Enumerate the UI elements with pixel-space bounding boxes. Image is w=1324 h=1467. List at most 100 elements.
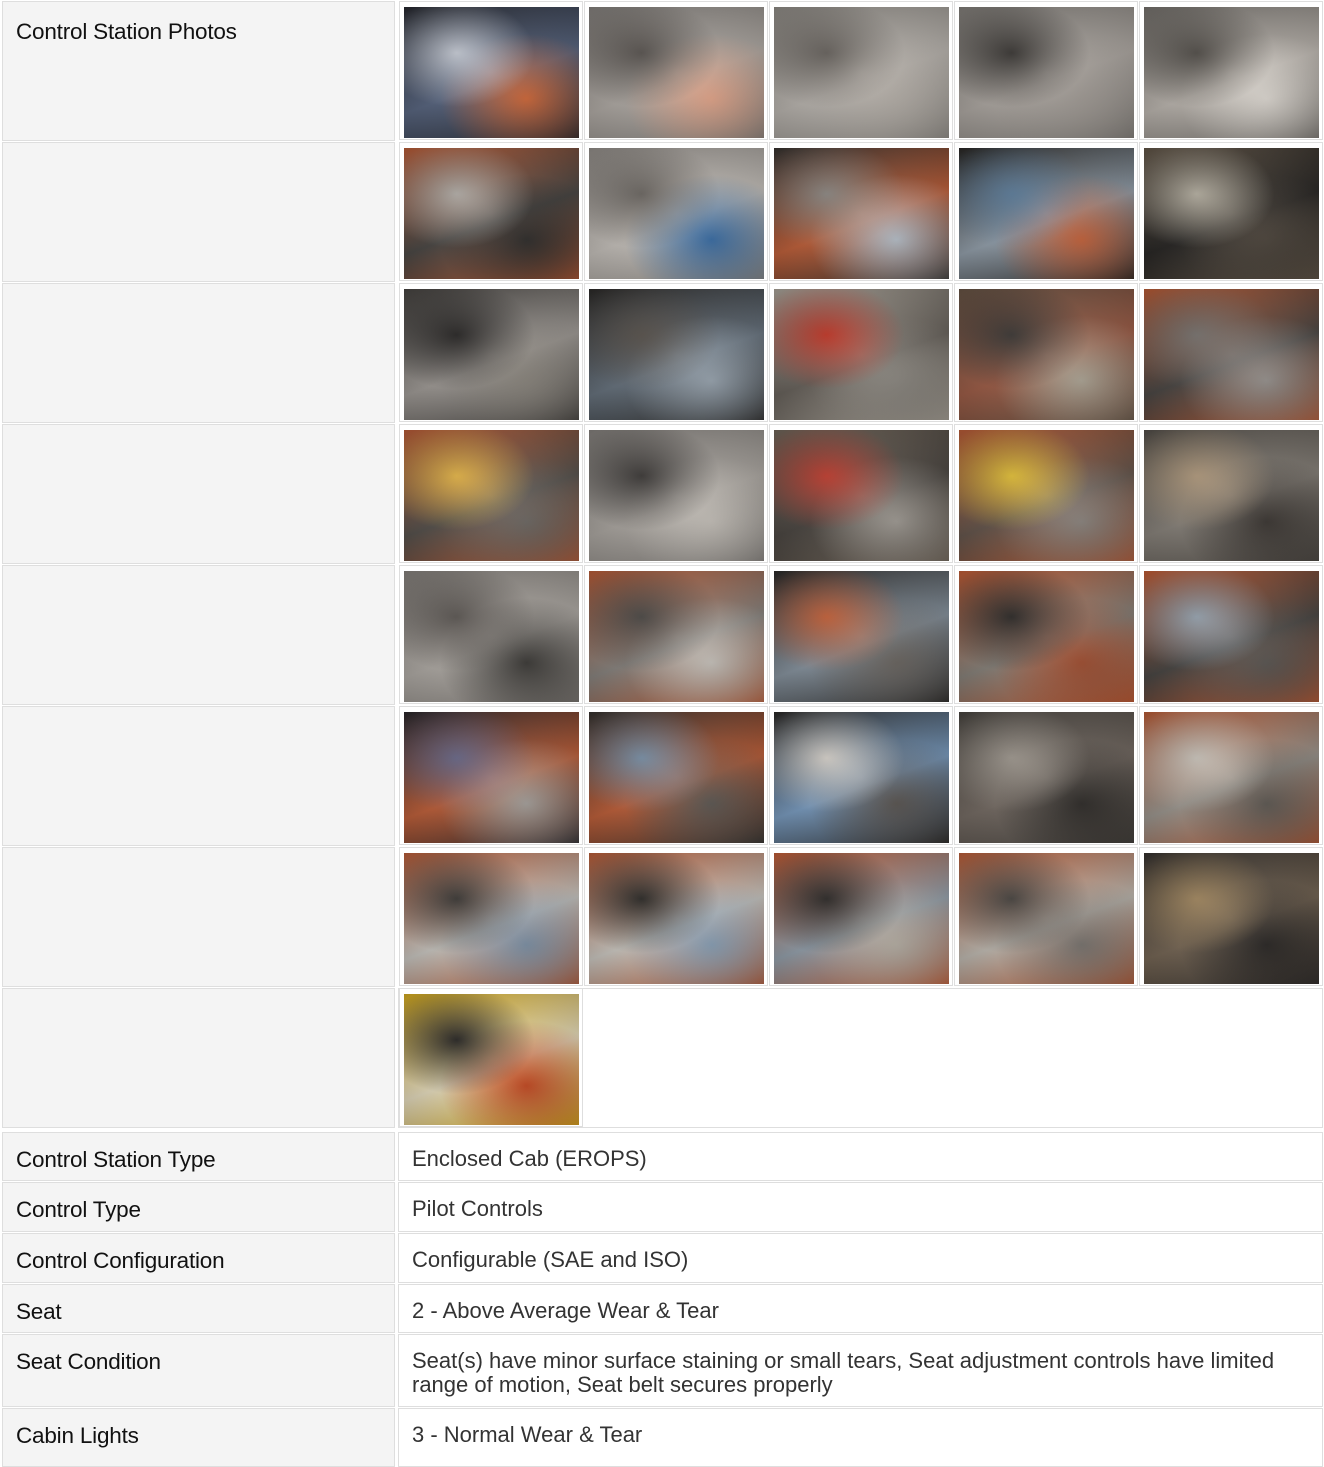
photo-row xyxy=(0,423,1324,564)
air-vent-photo[interactable] xyxy=(774,571,949,702)
engine-compartment-photo[interactable] xyxy=(1144,853,1319,984)
photo-cell xyxy=(769,847,953,986)
photo-row xyxy=(0,564,1324,705)
row-label-cell xyxy=(2,847,395,987)
seat-side-photo[interactable] xyxy=(959,853,1134,984)
interior-knob-photo[interactable] xyxy=(404,571,579,702)
photo-row xyxy=(0,705,1324,846)
detail-label-cell: Control Station Type xyxy=(2,1132,395,1181)
cab-door-photo[interactable] xyxy=(959,148,1134,279)
photo-cell xyxy=(954,847,1138,986)
cupholder-photo[interactable] xyxy=(1144,7,1319,138)
dash-switches-photo[interactable] xyxy=(589,430,764,561)
detail-label: Seat xyxy=(16,1299,62,1324)
detail-value: 3 - Normal Wear & Tear xyxy=(412,1422,643,1447)
vent-exterior-photo[interactable] xyxy=(1144,571,1319,702)
photo-cell xyxy=(769,424,953,563)
detail-label: Cabin Lights xyxy=(16,1423,139,1448)
photo-cell xyxy=(1139,142,1323,281)
seat-armrest-photo[interactable] xyxy=(1144,148,1319,279)
photo-cell xyxy=(399,565,583,704)
seat-base-photo[interactable] xyxy=(1144,712,1319,843)
cab-window-view-photo[interactable] xyxy=(589,712,764,843)
detail-row: Control Station Type Enclosed Cab (EROPS) xyxy=(0,1131,1324,1181)
row-label-cell xyxy=(2,283,395,423)
detail-value-cell: Seat(s) have minor surface staining or s… xyxy=(398,1334,1323,1407)
photo-cell xyxy=(399,988,583,1127)
photo-cell xyxy=(399,424,583,563)
joystick-pedal-photo[interactable] xyxy=(774,289,949,420)
photo-cell xyxy=(769,283,953,422)
row-label-cell xyxy=(2,142,395,282)
photo-cell xyxy=(399,1,583,140)
panel-switches-photo[interactable] xyxy=(774,7,949,138)
cab-rear-window-photo[interactable] xyxy=(404,148,579,279)
photo-cell xyxy=(1139,283,1323,422)
photo-cell xyxy=(1139,847,1323,986)
caution-label-photo[interactable] xyxy=(404,994,579,1125)
detail-value-cell: Enclosed Cab (EROPS) xyxy=(398,1132,1323,1181)
photo-row xyxy=(0,846,1324,987)
cab-skylight-photo[interactable] xyxy=(774,712,949,843)
row-label-cell xyxy=(2,424,395,564)
lever-console-photo[interactable] xyxy=(959,430,1134,561)
detail-value-cell: 3 - Normal Wear & Tear xyxy=(398,1408,1323,1467)
cab-ceiling-photo[interactable] xyxy=(589,148,764,279)
photo-cell xyxy=(954,1,1138,140)
detail-label: Control Type xyxy=(16,1197,141,1222)
control-console-photo[interactable] xyxy=(774,430,949,561)
photo-cell xyxy=(954,424,1138,563)
photo-cell xyxy=(1139,424,1323,563)
operator-seat-photo[interactable] xyxy=(404,853,579,984)
detail-label-cell: Seat Condition xyxy=(2,1334,395,1407)
photo-cell xyxy=(584,424,768,563)
joystick-right-photo[interactable] xyxy=(1144,289,1319,420)
detail-value: Enclosed Cab (EROPS) xyxy=(412,1146,647,1171)
photo-row xyxy=(0,141,1324,282)
detail-label-cell: Control Type xyxy=(2,1182,395,1232)
cab-outside-photo[interactable] xyxy=(774,853,949,984)
photo-cell xyxy=(399,847,583,986)
cupholder-floor-photo[interactable] xyxy=(1144,430,1319,561)
photo-cell xyxy=(769,1,953,140)
photo-cell xyxy=(769,565,953,704)
detail-value-cell: Configurable (SAE and ISO) xyxy=(398,1233,1323,1283)
boom-exterior-photo[interactable] xyxy=(959,571,1134,702)
gauge-monitor-photo[interactable] xyxy=(404,712,579,843)
detail-label: Control Station Type xyxy=(16,1147,216,1172)
photo-cell xyxy=(584,1,768,140)
photo-row xyxy=(0,282,1324,423)
floor-pedals-photo[interactable] xyxy=(959,712,1134,843)
panel-vent-photo[interactable] xyxy=(959,7,1134,138)
photo-cell xyxy=(399,142,583,281)
photo-cell xyxy=(954,565,1138,704)
photo-cell xyxy=(769,142,953,281)
photo-cell xyxy=(1139,706,1323,845)
photo-cell xyxy=(954,283,1138,422)
photo-cell xyxy=(399,283,583,422)
cab-interior-seat-photo[interactable] xyxy=(589,853,764,984)
photo-cell xyxy=(584,847,768,986)
detail-row: Control Configuration Configurable (SAE a… xyxy=(0,1232,1324,1283)
cab-front-window-photo[interactable] xyxy=(774,148,949,279)
photo-cell xyxy=(584,565,768,704)
warning-labels-photo[interactable] xyxy=(404,430,579,561)
detail-value-cell: Pilot Controls xyxy=(398,1182,1323,1232)
detail-value: Pilot Controls xyxy=(412,1196,543,1221)
joystick-photo[interactable] xyxy=(589,289,764,420)
photo-cell xyxy=(954,706,1138,845)
display-monitor-photo[interactable] xyxy=(404,7,579,138)
door-latch-photo[interactable] xyxy=(589,571,764,702)
joystick-console-photo[interactable] xyxy=(959,289,1134,420)
detail-label: Control Configuration xyxy=(16,1248,225,1273)
photo-row: Control Station Photos xyxy=(0,0,1324,141)
detail-label-cell: Seat xyxy=(2,1284,395,1333)
detail-label-cell: Cabin Lights xyxy=(2,1408,395,1467)
photo-cell xyxy=(584,283,768,422)
detail-value: Seat(s) have minor surface staining or s… xyxy=(412,1348,1275,1397)
detail-label-cell: Control Configuration xyxy=(2,1233,395,1283)
panel-socket-photo[interactable] xyxy=(589,7,764,138)
switch-panel-photo[interactable] xyxy=(404,289,579,420)
section-title: Control Station Photos xyxy=(16,19,237,44)
row-label-cell xyxy=(2,988,395,1128)
